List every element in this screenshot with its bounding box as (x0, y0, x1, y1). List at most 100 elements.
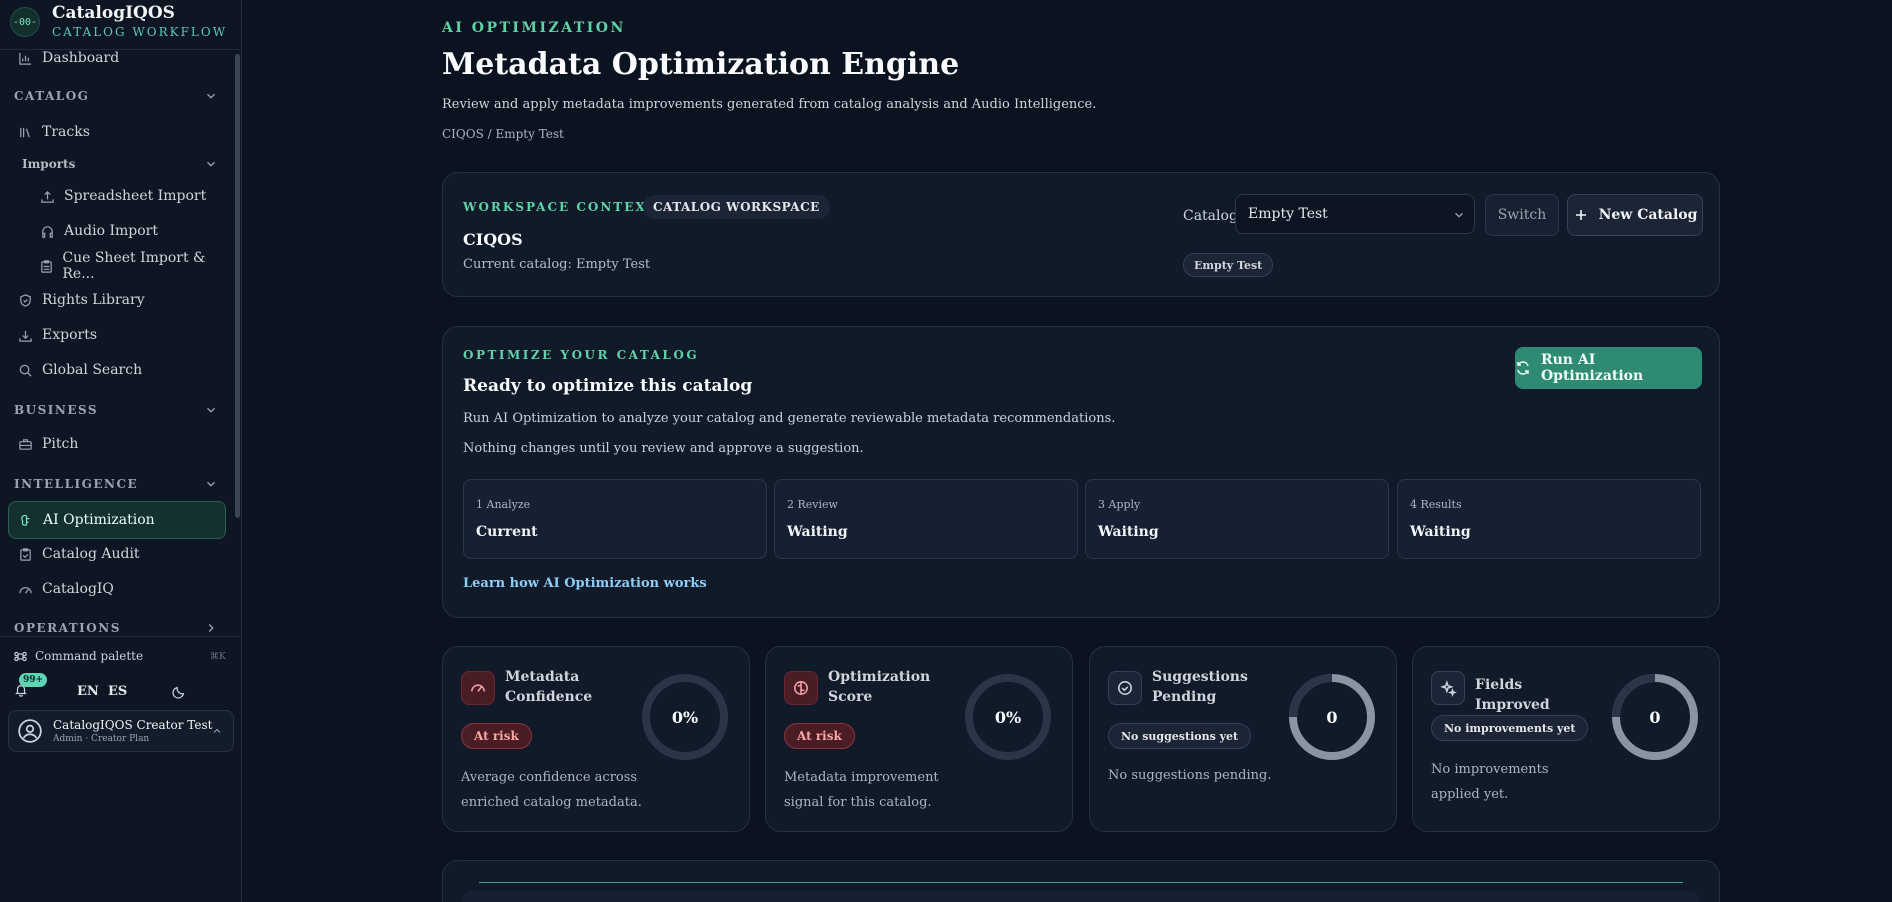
brand[interactable]: -00- CatalogIQOS CATALOG WORKFLOW (10, 4, 227, 40)
step-label: 3 Apply (1098, 498, 1141, 511)
step-status: Current (476, 524, 538, 540)
moon-icon[interactable] (172, 685, 186, 699)
learn-more-link[interactable]: Learn how AI Optimization works (463, 576, 707, 591)
sidebar-item-label: Catalog Audit (42, 546, 140, 562)
breadcrumb: CIQOS / Empty Test (442, 127, 564, 141)
status-badge: At risk (461, 723, 532, 749)
optimize-eyebrow: OPTIMIZE YOUR CATALOG (463, 348, 700, 362)
optimize-card: OPTIMIZE YOUR CATALOG Ready to optimize … (442, 326, 1720, 618)
brain-icon (17, 511, 35, 529)
new-catalog-button[interactable]: New Catalog (1567, 194, 1703, 236)
catalog-select-value: Empty Test (1248, 206, 1328, 222)
metric-description: Metadata improvement signal for this cat… (784, 770, 939, 810)
sidebar: -00- CatalogIQOS CATALOG WORKFLOW Dashbo… (0, 0, 242, 902)
sidebar-item-ai-optimization[interactable]: AI Optimization (8, 501, 226, 539)
sidebar-item-cue-sheet-import[interactable]: Cue Sheet Import & Re... (30, 247, 226, 285)
sidebar-item-dashboard[interactable]: Dashboard (8, 39, 226, 77)
metric-title: Fields Improved (1475, 677, 1550, 713)
step-status: Waiting (1098, 524, 1159, 540)
sidebar-item-label: Spreadsheet Import (64, 188, 207, 204)
metric-card-optimization-score: Optimization Score At risk Metadata impr… (765, 646, 1073, 832)
sidebar-scrollbar[interactable] (235, 54, 240, 518)
run-ai-optimization-label: Run AI Optimization (1540, 352, 1644, 384)
chevron-down-icon (207, 161, 215, 167)
step-review: 2 Review Waiting (774, 479, 1078, 559)
brain-icon (784, 671, 818, 705)
workspace-badge: CATALOG WORKSPACE (643, 195, 830, 219)
sidebar-item-global-search[interactable]: Global Search (8, 351, 226, 389)
chevron-down-icon (207, 93, 215, 99)
sidebar-item-spreadsheet-import[interactable]: Spreadsheet Import (30, 177, 226, 215)
sidebar-item-rights-library[interactable]: Rights Library (8, 281, 226, 319)
user-plan: Admin · Creator Plan (53, 734, 150, 744)
step-analyze: 1 Analyze Current (463, 479, 767, 559)
command-palette-label: Command palette (35, 649, 144, 663)
check-circle-icon (1108, 671, 1142, 705)
sidebar-item-exports[interactable]: Exports (8, 316, 226, 354)
metric-title: Optimization Score (828, 669, 931, 705)
results-card (442, 860, 1720, 902)
sidebar-item-label: Audio Import (64, 223, 158, 239)
catalog-select[interactable]: Empty Test (1235, 194, 1475, 234)
sidebar-item-label: Rights Library (42, 292, 145, 308)
metric-description: Average confidence across enriched catal… (461, 770, 642, 810)
command-palette-button[interactable]: Command palette (14, 649, 143, 663)
section-intelligence[interactable]: INTELLIGENCE (14, 474, 218, 494)
catalog-pill: Empty Test (1183, 253, 1274, 277)
step-status: Waiting (1410, 524, 1471, 540)
step-results: 4 Results Waiting (1397, 479, 1701, 559)
status-badge: No suggestions yet (1108, 723, 1252, 749)
metric-card-suggestions-pending: Suggestions Pending No suggestions yet N… (1089, 646, 1397, 832)
user-menu[interactable]: CatalogIQOS Creator Test Admin · Creator… (8, 710, 234, 752)
sidebar-item-pitch[interactable]: Pitch (8, 425, 226, 463)
section-operations[interactable]: OPERATIONS (14, 618, 218, 638)
command-icon (14, 651, 27, 661)
switch-button[interactable]: Switch (1485, 194, 1559, 236)
refresh-icon (1517, 361, 1529, 375)
sidebar-item-catalog-audit[interactable]: Catalog Audit (8, 535, 226, 573)
upload-icon (38, 187, 56, 205)
sidebar-item-catalogiq[interactable]: CatalogIQ (8, 570, 226, 608)
sidebar-item-tracks[interactable]: Tracks (8, 113, 226, 151)
sidebar-item-audio-import[interactable]: Audio Import (30, 212, 226, 250)
section-business[interactable]: BUSINESS (14, 400, 218, 420)
headphones-icon (38, 222, 56, 240)
step-status: Waiting (787, 524, 848, 540)
metric-value: 0% (671, 707, 699, 727)
gauge-icon (16, 580, 34, 598)
lang-es-button[interactable]: ES (108, 684, 127, 699)
metric-value: 0% (994, 707, 1022, 727)
status-badge: No improvements yet (1431, 715, 1589, 741)
bar-chart-icon (16, 49, 34, 67)
sidebar-item-label: Exports (42, 327, 98, 343)
lang-en-button[interactable]: EN (77, 684, 99, 699)
sidebar-item-label: Global Search (42, 362, 143, 378)
page-eyebrow: AI OPTIMIZATION (442, 20, 626, 36)
briefcase-icon (16, 435, 34, 453)
optimize-line-2: Nothing changes until you review and app… (463, 441, 864, 456)
brand-logo-icon: -00- (10, 7, 40, 37)
section-catalog[interactable]: CATALOG (14, 86, 218, 106)
section-label: INTELLIGENCE (14, 477, 139, 491)
catalog-select-label: Catalog (1183, 208, 1238, 224)
metric-card-metadata-confidence: Metadata Confidence At risk Average conf… (442, 646, 750, 832)
workspace-eyebrow: WORKSPACE CONTEXT (463, 200, 658, 214)
user-name: CatalogIQOS Creator Test (53, 718, 213, 732)
shield-icon (16, 291, 34, 309)
sidebar-item-label: CatalogIQ (42, 581, 114, 597)
workspace-context-card: WORKSPACE CONTEXT CATALOG WORKSPACE CIQO… (442, 172, 1720, 297)
section-imports[interactable]: Imports (22, 154, 218, 174)
chevron-right-icon (208, 624, 214, 632)
chevron-down-icon (207, 407, 215, 413)
notifications-badge: 99+ (19, 673, 48, 687)
metric-card-fields-improved: Fields Improved No improvements yet No i… (1412, 646, 1720, 832)
metric-title: Metadata Confidence (505, 669, 593, 705)
chevron-down-icon (1455, 212, 1463, 218)
step-apply: 3 Apply Waiting (1085, 479, 1389, 559)
sidebar-item-label: Cue Sheet Import & Re... (62, 250, 206, 282)
metric-title: Suggestions Pending (1152, 669, 1248, 705)
run-ai-optimization-button[interactable]: Run AI Optimization (1515, 347, 1702, 389)
step-label: 4 Results (1410, 498, 1462, 511)
brand-subtitle: CATALOG WORKFLOW (52, 25, 228, 39)
page-title: Metadata Optimization Engine (442, 47, 960, 82)
